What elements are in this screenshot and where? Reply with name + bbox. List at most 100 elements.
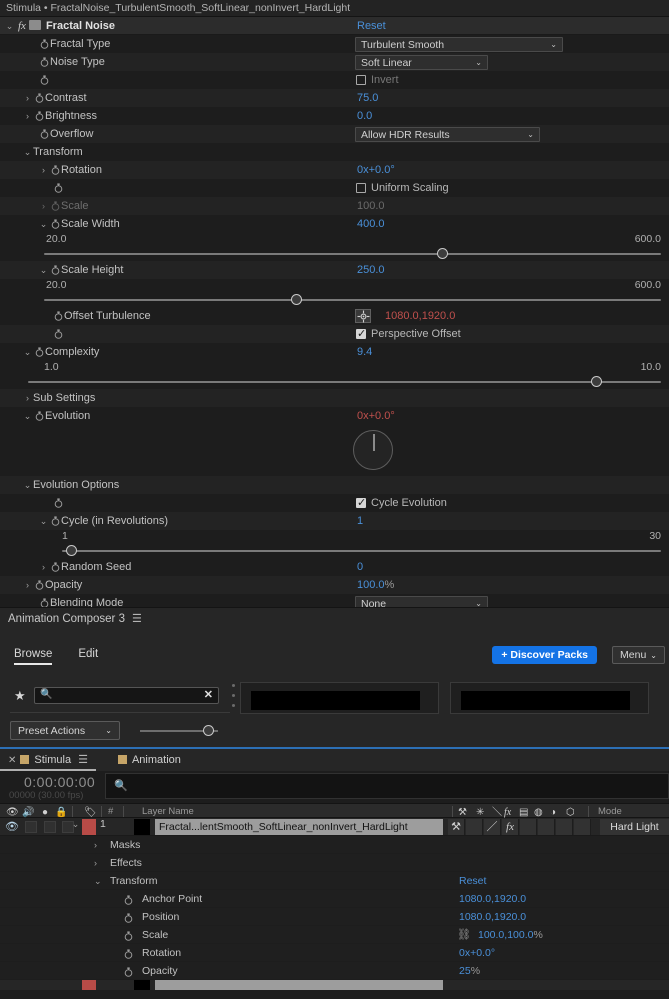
menu-button[interactable]: Menu⌄ <box>612 646 665 664</box>
3d-layer-cell[interactable] <box>574 819 591 835</box>
chevron-down-icon[interactable]: ⌄ <box>38 261 49 279</box>
stopwatch-icon[interactable] <box>49 558 61 576</box>
stopwatch-icon[interactable] <box>52 325 64 343</box>
group-row-sub-settings[interactable]: ›Sub Settings <box>0 389 669 407</box>
chevron-down-icon[interactable]: ⌄ <box>22 143 33 161</box>
current-timecode[interactable]: 0:00:00:00 <box>24 774 95 790</box>
slider-track[interactable] <box>28 381 661 383</box>
hamburger-menu-icon[interactable]: ☰ <box>78 754 88 766</box>
stopwatch-icon[interactable] <box>52 179 64 197</box>
timeline-property-scale[interactable]: Scale ⛓ 100.0,100.0% <box>0 926 669 944</box>
point-picker-icon[interactable] <box>355 309 371 323</box>
stopwatch-icon[interactable] <box>124 944 133 962</box>
adjustment-cell[interactable] <box>556 819 573 835</box>
chevron-right-icon[interactable]: › <box>38 161 49 179</box>
stopwatch-icon[interactable] <box>49 512 61 530</box>
group-row-transform[interactable]: ⌄Transform <box>0 143 669 161</box>
stopwatch-icon[interactable] <box>38 71 50 89</box>
layer-color-swatch[interactable] <box>82 819 96 835</box>
stopwatch-icon[interactable] <box>49 215 61 233</box>
timeline-search-input[interactable]: 🔍 <box>105 773 669 799</box>
stopwatch-icon[interactable] <box>33 89 45 107</box>
stopwatch-icon[interactable] <box>33 576 45 594</box>
scale-value[interactable]: 100.0,100.0% <box>478 926 543 944</box>
invert-checkbox[interactable] <box>356 75 366 85</box>
timeline-layer-row[interactable]: 👁 ⌄ 1 Fractal...lentSmooth_SoftLinear_no… <box>0 818 669 836</box>
search-input[interactable]: 🔍 ✕ <box>34 687 219 704</box>
chevron-down-icon[interactable]: ⌄ <box>22 343 33 361</box>
tab-edit[interactable]: Edit <box>78 648 98 663</box>
cycle-revolutions-value[interactable]: 1 <box>357 512 363 530</box>
noise-type-dropdown[interactable]: Soft Linear⌄ <box>355 55 488 70</box>
timeline-property-anchor-point[interactable]: Anchor Point 1080.0,1920.0 <box>0 890 669 908</box>
eye-icon[interactable]: 👁 <box>5 820 19 833</box>
tab-stimula[interactable]: ✕Stimula☰ <box>0 749 96 771</box>
timeline-property-transform[interactable]: ⌄ Transform Reset <box>0 872 669 890</box>
zoom-slider-knob[interactable] <box>203 725 214 736</box>
effect-header-fractal-noise[interactable]: ⌄fxFractal Noise Reset <box>0 17 669 35</box>
effect-opacity-value[interactable]: 100.0% <box>357 576 394 594</box>
anchor-point-value[interactable]: 1080.0,1920.0 <box>459 890 526 908</box>
parent-link-cell[interactable]: ⚒ <box>448 819 465 835</box>
stopwatch-icon[interactable] <box>52 307 64 325</box>
audio-toggle[interactable] <box>25 821 37 833</box>
stopwatch-icon[interactable] <box>38 53 50 71</box>
slider-scale-height[interactable]: 20.0 600.0 <box>0 279 669 307</box>
slider-knob[interactable] <box>591 376 602 387</box>
shy-cell[interactable]: ／ <box>484 819 501 835</box>
stopwatch-icon[interactable] <box>124 962 133 980</box>
overflow-dropdown[interactable]: Allow HDR Results⌄ <box>355 127 540 142</box>
chevron-down-icon[interactable]: ⌄ <box>38 215 49 233</box>
chevron-right-icon[interactable]: › <box>94 836 97 854</box>
brightness-value[interactable]: 0.0 <box>357 107 372 125</box>
preset-thumbnail-panel-2[interactable] <box>450 682 649 714</box>
cycle-evolution-checkbox[interactable] <box>356 498 366 508</box>
close-icon[interactable]: ✕ <box>8 755 16 766</box>
timeline-property-opacity[interactable]: Opacity 25% <box>0 962 669 980</box>
chevron-down-icon[interactable]: ⌄ <box>22 476 33 494</box>
scale-link-icon[interactable]: ⛓ <box>457 926 471 944</box>
offset-turbulence-value[interactable]: 1080.0,1920.0 <box>385 307 455 325</box>
uniform-scaling-checkbox[interactable] <box>356 183 366 193</box>
transform-reset-link[interactable]: Reset <box>459 872 486 890</box>
complexity-value[interactable]: 9.4 <box>357 343 372 361</box>
timeline-property-rotation[interactable]: Rotation 0x+0.0° <box>0 944 669 962</box>
rotation-value[interactable]: 0x+0.0° <box>357 161 395 179</box>
chevron-right-icon[interactable]: › <box>22 89 33 107</box>
layer-opacity-value[interactable]: 25% <box>459 962 480 980</box>
stopwatch-icon[interactable] <box>124 908 133 926</box>
timeline-property-masks[interactable]: › Masks <box>0 836 669 854</box>
slider-scale-width[interactable]: 20.0 600.0 <box>0 233 669 261</box>
chevron-right-icon[interactable]: › <box>38 197 49 215</box>
preset-thumbnail-panel-1[interactable] <box>240 682 439 714</box>
frame-blend-cell[interactable] <box>520 819 537 835</box>
layer-name[interactable]: Fractal...lentSmooth_SoftLinear_nonInver… <box>155 819 443 835</box>
group-row-evolution-options[interactable]: ⌄Evolution Options <box>0 476 669 494</box>
favorites-star-icon[interactable]: ★ <box>14 688 26 704</box>
chevron-down-icon[interactable]: ⌄ <box>22 407 33 425</box>
stopwatch-icon[interactable] <box>33 343 45 361</box>
slider-track[interactable] <box>44 299 661 301</box>
chevron-right-icon[interactable]: › <box>94 854 97 872</box>
discover-packs-button[interactable]: + Discover Packs <box>492 646 597 664</box>
chevron-right-icon[interactable]: › <box>22 107 33 125</box>
layer-color-swatch[interactable] <box>82 980 96 990</box>
stopwatch-icon[interactable] <box>52 494 64 512</box>
slider-cycle-revolutions[interactable]: 1 30 <box>0 530 669 558</box>
timeline-next-layer-row-partial[interactable] <box>0 980 669 990</box>
hamburger-menu-icon[interactable]: ☰ <box>132 613 142 625</box>
tab-browse[interactable]: Browse <box>14 648 52 665</box>
layer-name[interactable] <box>155 980 443 990</box>
chevron-right-icon[interactable]: › <box>22 389 33 407</box>
stopwatch-icon[interactable] <box>124 926 133 944</box>
solo-toggle[interactable] <box>44 821 56 833</box>
slider-knob[interactable] <box>437 248 448 259</box>
tab-animation[interactable]: Animation <box>110 749 189 771</box>
chevron-right-icon[interactable]: › <box>38 558 49 576</box>
clear-search-icon[interactable]: ✕ <box>204 688 213 701</box>
timeline-property-position[interactable]: Position 1080.0,1920.0 <box>0 908 669 926</box>
contrast-value[interactable]: 75.0 <box>357 89 378 107</box>
layer-blend-mode[interactable]: Hard Light <box>600 819 669 835</box>
position-value[interactable]: 1080.0,1920.0 <box>459 908 526 926</box>
stopwatch-icon[interactable] <box>38 35 50 53</box>
